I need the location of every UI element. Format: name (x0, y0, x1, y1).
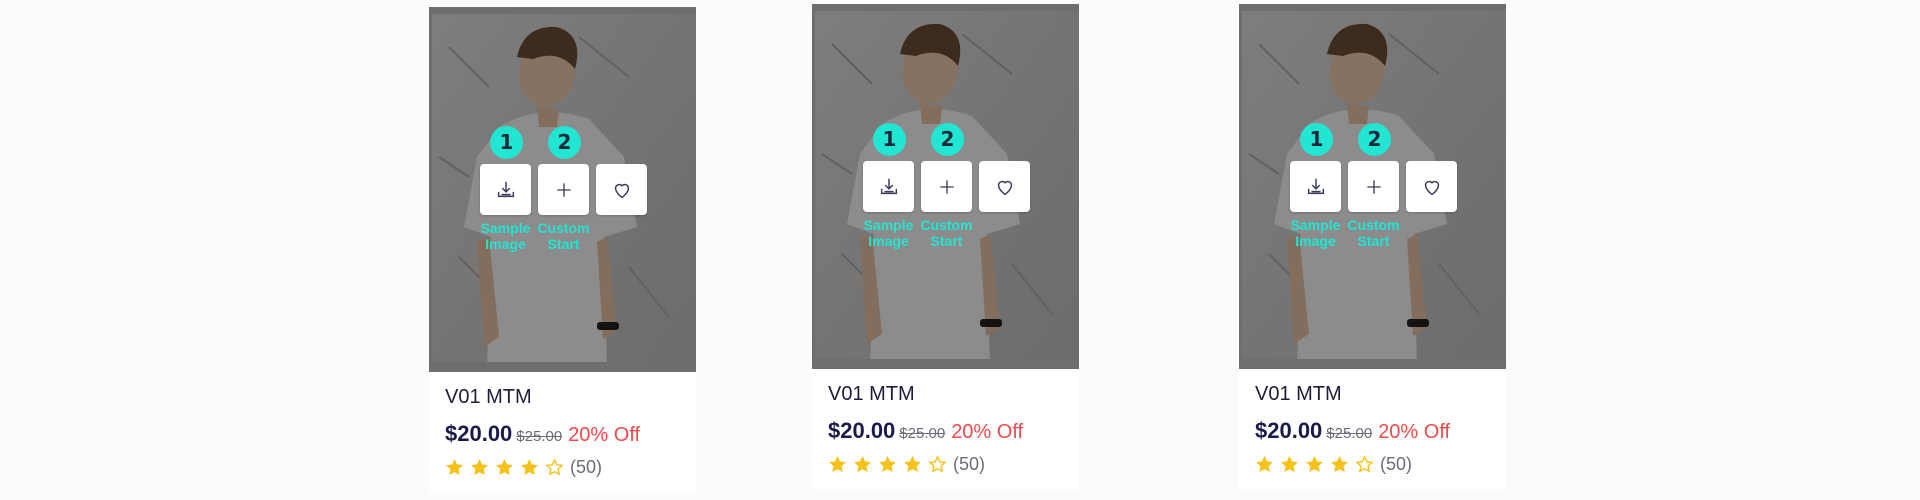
plus-icon (1364, 177, 1384, 197)
rating-row: (50) (828, 454, 1063, 475)
price-row: $20.00 $25.00 20% Off (828, 418, 1063, 444)
sample-image-button[interactable]: 1 Sample Image (480, 126, 531, 252)
product-image[interactable]: 1 Sample Image 2 Custom Start (1239, 4, 1506, 369)
review-count: (50) (1380, 454, 1413, 474)
price: $20.00 (828, 418, 896, 443)
download-icon (495, 179, 517, 201)
step-badge: 2 (548, 126, 581, 159)
star-filled-icon (445, 458, 464, 477)
heart-icon (993, 176, 1017, 198)
wishlist-button[interactable] (596, 164, 647, 215)
step-badge: 2 (1358, 123, 1391, 156)
download-icon (878, 176, 900, 198)
step-badge: 1 (490, 126, 523, 159)
star-filled-icon (828, 455, 847, 474)
sample-image-button[interactable]: 1 Sample Image (1290, 123, 1341, 249)
wishlist-button[interactable] (1406, 161, 1457, 212)
product-image[interactable]: 1 Sample Image 2 Custom Start (812, 4, 1079, 369)
discount-badge: 20% Off (951, 421, 1024, 443)
review-count: (50) (953, 454, 986, 474)
rating-stars (445, 458, 564, 477)
star-filled-icon (495, 458, 514, 477)
discount-badge: 20% Off (568, 424, 641, 446)
product-card[interactable]: 1 Sample Image 2 Custom Start V01 MTM $2… (1239, 4, 1506, 490)
price-row: $20.00 $25.00 20% Off (1255, 418, 1490, 444)
star-outline-icon (1355, 455, 1374, 474)
old-price: $25.00 (899, 425, 946, 442)
star-filled-icon (470, 458, 489, 477)
rating-stars (1255, 455, 1374, 474)
plus-icon (554, 180, 574, 200)
star-filled-icon (903, 455, 922, 474)
step-badge: 1 (873, 123, 906, 156)
custom-start-button[interactable]: 2 Custom Start (920, 123, 973, 249)
download-icon (1305, 176, 1327, 198)
product-card[interactable]: 1 Sample Image 2 Custom Start V01 MTM $2… (429, 7, 696, 493)
star-filled-icon (1280, 455, 1299, 474)
custom-start-caption: Custom Start (1347, 217, 1400, 249)
price: $20.00 (1255, 418, 1323, 443)
old-price: $25.00 (1326, 425, 1373, 442)
step-badge: 2 (931, 123, 964, 156)
heart-icon (1420, 176, 1444, 198)
old-price: $25.00 (516, 428, 563, 445)
step-badge: 1 (1300, 123, 1333, 156)
star-filled-icon (1330, 455, 1349, 474)
star-filled-icon (878, 455, 897, 474)
star-filled-icon (1305, 455, 1324, 474)
plus-icon (937, 177, 957, 197)
star-outline-icon (545, 458, 564, 477)
custom-start-button[interactable]: 2 Custom Start (537, 126, 590, 252)
discount-badge: 20% Off (1378, 421, 1451, 443)
star-filled-icon (520, 458, 539, 477)
star-filled-icon (853, 455, 872, 474)
product-title[interactable]: V01 MTM (445, 385, 680, 409)
image-actions: 1 Sample Image 2 Custom Start (1290, 123, 1457, 249)
custom-start-caption: Custom Start (920, 217, 973, 249)
star-outline-icon (928, 455, 947, 474)
star-filled-icon (1255, 455, 1274, 474)
review-count: (50) (570, 457, 603, 477)
custom-start-caption: Custom Start (537, 220, 590, 252)
price: $20.00 (445, 421, 513, 446)
custom-start-button[interactable]: 2 Custom Start (1347, 123, 1400, 249)
sample-image-button[interactable]: 1 Sample Image (863, 123, 914, 249)
price-row: $20.00 $25.00 20% Off (445, 421, 680, 447)
rating-row: (50) (445, 457, 680, 478)
rating-stars (828, 455, 947, 474)
wishlist-button[interactable] (979, 161, 1030, 212)
product-title[interactable]: V01 MTM (1255, 382, 1490, 406)
heart-icon (610, 179, 634, 201)
product-title[interactable]: V01 MTM (828, 382, 1063, 406)
rating-row: (50) (1255, 454, 1490, 475)
product-image[interactable]: 1 Sample Image 2 Custom Start (429, 7, 696, 372)
product-card[interactable]: 1 Sample Image 2 Custom Start V01 MTM $2… (812, 4, 1079, 490)
image-actions: 1 Sample Image 2 Custom Start (863, 123, 1030, 249)
image-actions: 1 Sample Image 2 Custom Start (480, 126, 647, 252)
